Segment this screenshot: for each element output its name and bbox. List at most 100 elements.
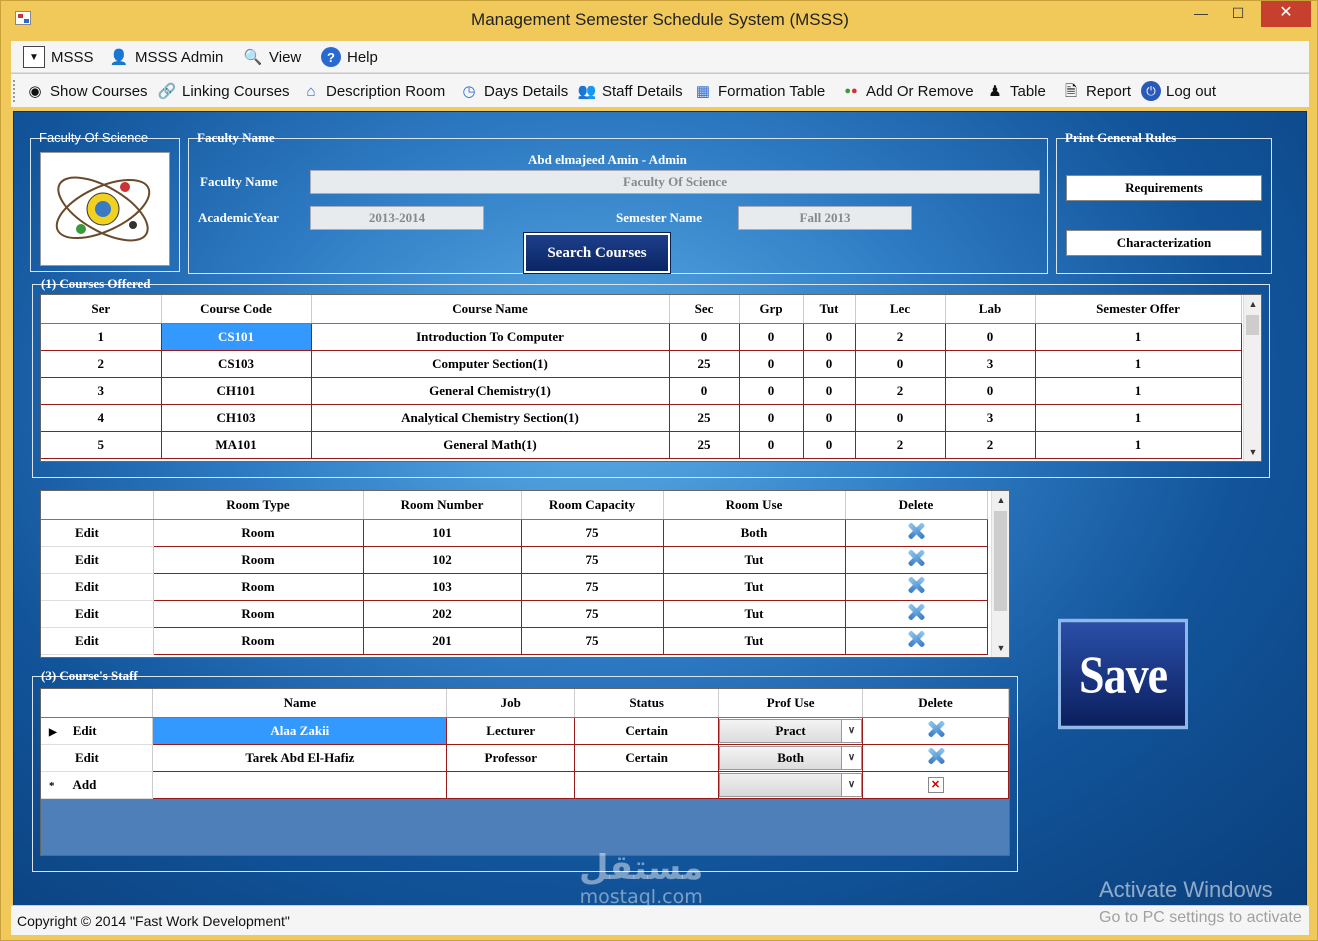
- prof-use-cell[interactable]: Pract ∨: [718, 717, 864, 745]
- delete-icon[interactable]: [926, 719, 946, 739]
- cell[interactable]: Introduction To Computer: [311, 323, 670, 351]
- scroll-thumb[interactable]: [1246, 315, 1259, 335]
- table-row-new[interactable]: * Add ∨ ✕: [41, 771, 1009, 799]
- cell[interactable]: 201: [363, 627, 522, 655]
- col-course-name[interactable]: Course Name: [311, 295, 670, 324]
- cell[interactable]: 101: [363, 519, 522, 547]
- cell[interactable]: 0: [739, 404, 804, 432]
- menu-msss-admin[interactable]: 👤 MSSS Admin: [109, 45, 224, 69]
- col-ser[interactable]: Ser: [41, 295, 162, 324]
- prof-use-select[interactable]: ∨: [719, 772, 863, 797]
- col-lec[interactable]: Lec: [855, 295, 946, 324]
- delete-cell[interactable]: [845, 546, 988, 574]
- table-row[interactable]: 1 CS101 Introduction To Computer 0 0 0 2…: [41, 323, 1242, 351]
- cell[interactable]: 75: [521, 600, 664, 628]
- cell[interactable]: 3: [41, 377, 162, 405]
- table-row[interactable]: 3 CH101 General Chemistry(1) 0 0 0 2 0 1: [41, 377, 1242, 405]
- table-row[interactable]: ▶ Edit Alaa Zakii Lecturer Certain Pract ∨: [41, 717, 1009, 745]
- cell[interactable]: [446, 771, 576, 799]
- cell[interactable]: CS103: [161, 350, 312, 378]
- edit-link[interactable]: Edit: [41, 744, 154, 772]
- academic-year-field[interactable]: 2013-2014: [310, 206, 484, 230]
- delete-icon[interactable]: [906, 575, 926, 595]
- table-row[interactable]: Edit Room 101 75 Both: [41, 519, 988, 547]
- table-row[interactable]: 2 CS103 Computer Section(1) 25 0 0 0 3 1: [41, 350, 1242, 378]
- table-row[interactable]: Edit Room 202 75 Tut: [41, 600, 988, 628]
- delete-cell[interactable]: [845, 573, 988, 601]
- cell[interactable]: 2: [855, 323, 946, 351]
- tool-linking-courses[interactable]: 🔗 Linking Courses: [157, 80, 290, 102]
- tool-days-details[interactable]: ◷ Days Details: [459, 80, 568, 102]
- edit-link[interactable]: Edit: [41, 627, 154, 655]
- cell[interactable]: 75: [521, 627, 664, 655]
- edit-link[interactable]: Edit: [41, 519, 154, 547]
- cell[interactable]: 1: [1035, 431, 1242, 459]
- edit-link[interactable]: Edit: [41, 600, 154, 628]
- cell[interactable]: 25: [669, 404, 740, 432]
- cell[interactable]: 0: [803, 431, 856, 459]
- chevron-down-icon[interactable]: ∨: [841, 773, 862, 796]
- cell[interactable]: 0: [803, 404, 856, 432]
- cell[interactable]: 2: [41, 350, 162, 378]
- cell[interactable]: 2: [855, 377, 946, 405]
- toolbar-grip[interactable]: [13, 80, 17, 102]
- cell[interactable]: 0: [739, 350, 804, 378]
- cell[interactable]: 1: [41, 323, 162, 351]
- cell[interactable]: 0: [803, 323, 856, 351]
- delete-cell[interactable]: [845, 627, 988, 655]
- cell[interactable]: 2: [945, 431, 1036, 459]
- cell[interactable]: Room: [153, 546, 364, 574]
- cell[interactable]: 0: [739, 377, 804, 405]
- cell[interactable]: 1: [1035, 323, 1242, 351]
- col-delete[interactable]: Delete: [845, 491, 988, 520]
- delete-icon[interactable]: [906, 521, 926, 541]
- delete-icon[interactable]: [906, 629, 926, 649]
- cell[interactable]: Room: [153, 573, 364, 601]
- delete-cell[interactable]: [862, 744, 1009, 772]
- prof-use-select[interactable]: Pract ∨: [719, 718, 863, 743]
- cell[interactable]: CH103: [161, 404, 312, 432]
- cell[interactable]: General Math(1): [311, 431, 670, 459]
- edit-link[interactable]: Edit: [41, 546, 154, 574]
- col-room-use[interactable]: Room Use: [663, 491, 846, 520]
- edit-link[interactable]: Edit: [41, 573, 154, 601]
- cell[interactable]: Tut: [663, 627, 846, 655]
- cell[interactable]: [152, 771, 448, 799]
- prof-use-cell[interactable]: Both ∨: [718, 744, 864, 772]
- tool-staff-details[interactable]: 👥 Staff Details: [577, 80, 683, 102]
- col-grp[interactable]: Grp: [739, 295, 804, 324]
- cell-selected[interactable]: Alaa Zakii: [152, 717, 448, 745]
- scroll-thumb[interactable]: [994, 511, 1007, 611]
- scroll-down-icon[interactable]: ▼: [992, 639, 1009, 657]
- tool-add-or-remove[interactable]: ● ● Add Or Remove: [841, 80, 973, 102]
- cell[interactable]: 0: [739, 323, 804, 351]
- col-lab[interactable]: Lab: [945, 295, 1036, 324]
- delete-icon[interactable]: ✕: [927, 777, 944, 793]
- table-row[interactable]: Edit Room 103 75 Tut: [41, 573, 988, 601]
- delete-icon[interactable]: [906, 602, 926, 622]
- delete-cell[interactable]: ✕: [862, 771, 1009, 799]
- cell[interactable]: 2: [855, 431, 946, 459]
- delete-icon[interactable]: [906, 548, 926, 568]
- col-room-number[interactable]: Room Number: [363, 491, 522, 520]
- courses-scrollbar[interactable]: ▲ ▼: [1243, 295, 1261, 461]
- cell[interactable]: General Chemistry(1): [311, 377, 670, 405]
- cell[interactable]: 25: [669, 431, 740, 459]
- cell[interactable]: 1: [1035, 404, 1242, 432]
- table-row[interactable]: 4 CH103 Analytical Chemistry Section(1) …: [41, 404, 1242, 432]
- delete-cell[interactable]: [862, 717, 1009, 745]
- table-row[interactable]: Edit Room 102 75 Tut: [41, 546, 988, 574]
- cell[interactable]: 0: [855, 404, 946, 432]
- cell-selected[interactable]: CS101: [161, 323, 312, 351]
- cell[interactable]: 3: [945, 350, 1036, 378]
- cell[interactable]: Room: [153, 519, 364, 547]
- cell[interactable]: 0: [739, 431, 804, 459]
- scroll-up-icon[interactable]: ▲: [1244, 295, 1261, 313]
- cell[interactable]: Computer Section(1): [311, 350, 670, 378]
- cell[interactable]: MA101: [161, 431, 312, 459]
- col-delete[interactable]: Delete: [862, 689, 1009, 718]
- cell[interactable]: 102: [363, 546, 522, 574]
- tool-show-courses[interactable]: ◉ Show Courses: [25, 80, 147, 102]
- cell[interactable]: [574, 771, 720, 799]
- col-sec[interactable]: Sec: [669, 295, 740, 324]
